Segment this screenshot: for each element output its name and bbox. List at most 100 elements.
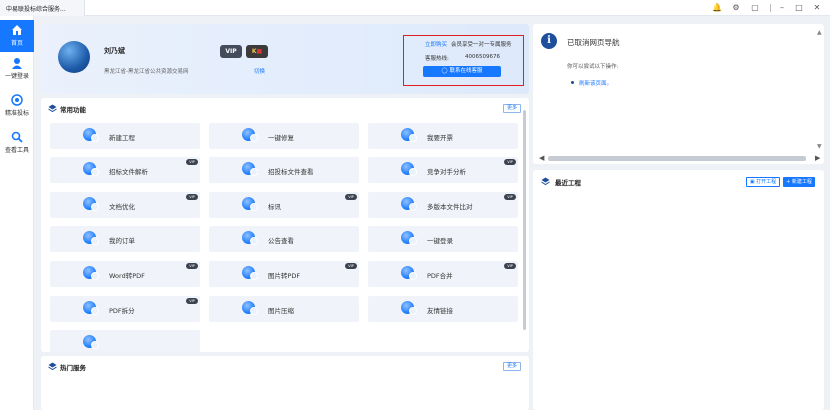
function-icon	[242, 301, 258, 315]
function-tile[interactable]: 公告查看	[209, 226, 359, 252]
divider	[770, 4, 771, 12]
function-tile[interactable]: 图片转PDF VIP	[209, 261, 359, 287]
common-functions-panel: 常用功能 更多 新建工程 一键修复 我要开票招标文件解析 VIP 招投标文件查看 竞争对手…	[41, 98, 529, 352]
navigation-cancelled-title: 已取消网页导航	[567, 38, 620, 47]
open-project-label: 打开工程	[756, 179, 777, 185]
function-icon	[401, 128, 417, 142]
function-icon	[83, 335, 99, 349]
layers-icon	[48, 362, 57, 371]
sidebar: 首页 一键登录 精准投标 查看工具	[0, 16, 34, 410]
contact-service-button[interactable]: ◯ 联系在线客服	[423, 66, 501, 77]
function-icon	[83, 162, 99, 176]
function-label: PDF合并	[427, 272, 453, 280]
buy-now-link[interactable]: 立即购买	[425, 40, 447, 48]
function-label: 我要开票	[427, 134, 453, 142]
function-label: 我的订单	[109, 237, 135, 245]
info-icon: i	[541, 33, 557, 49]
function-label: 标讯	[268, 203, 281, 211]
function-tile[interactable]: 我要开票	[368, 123, 518, 149]
function-tile[interactable]: Word转PDF VIP	[50, 261, 200, 287]
function-tile[interactable]: 招投标文件查看	[209, 157, 359, 183]
function-icon	[83, 266, 99, 280]
function-tile[interactable]: 标讯 VIP	[209, 192, 359, 218]
function-tile[interactable]: 一键登录	[368, 226, 518, 252]
function-icon	[242, 128, 258, 142]
hot-more-button[interactable]: 更多	[503, 362, 521, 371]
function-label: 友情链接	[427, 307, 453, 315]
sidebar-item-label: 精准投标	[4, 110, 29, 117]
function-tile[interactable]: PDF拆分 VIP	[50, 296, 200, 322]
maximize-icon[interactable]: □	[794, 3, 804, 13]
target-icon	[11, 94, 23, 106]
vip-tag: VIP	[504, 263, 516, 269]
vip-tag: VIP	[345, 194, 357, 200]
function-tile[interactable]: 新建工程	[50, 123, 200, 149]
function-icon	[242, 162, 258, 176]
function-tile[interactable]: 友情链接	[368, 296, 518, 322]
horizontal-scrollbar[interactable]	[548, 156, 806, 161]
app-tab[interactable]: 中易联投标综合服务...	[0, 0, 85, 16]
skin-icon[interactable]: ▢	[750, 3, 760, 13]
vip-badge: VIP	[220, 45, 242, 58]
function-label: Word转PDF	[109, 272, 145, 280]
function-label: 图片转PDF	[268, 272, 301, 280]
function-tile[interactable]: 招标文件解析 VIP	[50, 157, 200, 183]
function-tile[interactable]	[50, 330, 200, 352]
function-tile[interactable]: 竞争对手分析 VIP	[368, 157, 518, 183]
function-label: 竞争对手分析	[427, 168, 466, 176]
hotline-label: 客服热线:	[425, 56, 449, 62]
function-tile[interactable]: 多版本文件比对 VIP	[368, 192, 518, 218]
function-icon	[83, 301, 99, 315]
function-icon	[83, 128, 99, 142]
function-icon	[401, 301, 417, 315]
function-label: 一键登录	[427, 237, 453, 245]
gear-icon[interactable]: ⚙	[731, 3, 741, 13]
monitor-icon: ▣	[749, 179, 755, 185]
bell-icon[interactable]: 🔔	[712, 3, 722, 13]
function-label: 文档优化	[109, 203, 135, 211]
function-tile[interactable]: 图片压缩	[209, 296, 359, 322]
vip-tag: VIP	[186, 194, 198, 200]
open-project-button[interactable]: ▣ 打开工程	[746, 177, 780, 187]
contact-service-label: 联系在线客服	[449, 68, 483, 74]
sidebar-item-precise-bid[interactable]: 精准投标	[0, 90, 34, 122]
function-label: 招投标文件查看	[268, 168, 314, 176]
avatar[interactable]	[58, 41, 90, 73]
new-project-button[interactable]: + 新建工程	[783, 177, 815, 187]
sidebar-item-tools[interactable]: 查看工具	[0, 127, 34, 159]
sidebar-item-label: 查看工具	[4, 147, 29, 154]
navigation-hint: 你可以尝试以下操作:	[567, 64, 619, 70]
function-tile[interactable]: PDF合并 VIP	[368, 261, 518, 287]
sidebar-item-label: 一键登录	[4, 73, 29, 80]
sidebar-item-home[interactable]: 首页	[0, 20, 34, 52]
function-label: 新建工程	[109, 134, 135, 142]
layers-icon	[48, 104, 57, 113]
common-functions-title: 常用功能	[60, 106, 86, 114]
hot-services-panel: 热门服务 更多	[41, 356, 529, 410]
function-tile[interactable]: 我的订单	[50, 226, 200, 252]
sidebar-item-one-key-login[interactable]: 一键登录	[0, 53, 34, 85]
function-label: 图片压缩	[268, 307, 294, 315]
sidebar-item-label: 首页	[10, 40, 23, 47]
minimize-icon[interactable]: –	[777, 3, 787, 13]
recent-projects-title: 最近工程	[555, 179, 581, 187]
function-icon	[83, 197, 99, 211]
vip-tag: VIP	[504, 159, 516, 165]
function-icon	[401, 162, 417, 176]
scroll-up-icon[interactable]: ▲	[817, 29, 822, 36]
function-label: 多版本文件比对	[427, 203, 473, 211]
scroll-left-icon[interactable]: ◀	[539, 154, 544, 162]
refresh-page-link[interactable]: 刷新该页面。	[579, 79, 612, 87]
scroll-down-icon[interactable]: ▼	[817, 143, 822, 150]
headset-icon: ◯	[441, 68, 448, 74]
function-tile[interactable]: 文档优化 VIP	[50, 192, 200, 218]
home-icon	[12, 25, 22, 35]
scrollbar[interactable]	[523, 110, 526, 330]
function-tile[interactable]: 一键修复	[209, 123, 359, 149]
switch-link[interactable]: 切换	[254, 67, 265, 75]
layers-icon	[541, 177, 550, 186]
scroll-right-icon[interactable]: ▶	[815, 154, 820, 162]
login-icon	[12, 58, 22, 69]
close-icon[interactable]: ✕	[812, 3, 822, 13]
common-more-button[interactable]: 更多	[503, 104, 521, 113]
